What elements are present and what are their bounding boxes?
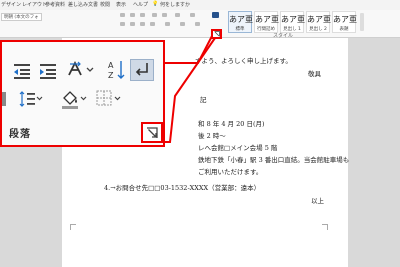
line-spacing-icon[interactable] xyxy=(18,89,44,109)
increase-indent-button[interactable] xyxy=(162,13,167,17)
style-title[interactable]: あア亜 表題 xyxy=(332,11,357,33)
justify-icon[interactable] xyxy=(2,92,6,106)
paragraph-mark-icon xyxy=(135,63,148,76)
tab-view[interactable]: 表示 xyxy=(116,1,126,8)
svg-text:Z: Z xyxy=(108,71,114,80)
tab-layout[interactable]: レイアウト xyxy=(22,1,47,8)
doc-time-line: 後 2 時～ xyxy=(198,132,226,140)
doc-ki: 記 xyxy=(200,96,207,104)
decrease-indent-icon[interactable] xyxy=(12,61,32,81)
asian-layout-icon[interactable] xyxy=(66,60,96,80)
asian-layout-button[interactable] xyxy=(175,13,180,17)
align-center-button[interactable] xyxy=(130,22,135,26)
align-left-button[interactable] xyxy=(120,22,125,26)
shading-icon[interactable] xyxy=(60,88,88,110)
tab-references[interactable]: 参考資料 xyxy=(45,1,65,8)
doc-access-line-2: ご利用いただけます。 xyxy=(198,168,263,176)
style-no-spacing[interactable]: あア亜 行間詰め xyxy=(254,11,279,33)
show-marks-button[interactable] xyxy=(212,12,219,18)
show-hide-marks-button[interactable] xyxy=(130,59,154,81)
launcher-arrow-icon xyxy=(214,31,220,37)
tell-me-search[interactable]: 何をしますか xyxy=(160,1,190,8)
tell-me-icon[interactable]: 💡 xyxy=(152,1,158,7)
doc-place-line: レへ会館□メイン会場 5 階 xyxy=(198,144,278,152)
sort-button[interactable] xyxy=(190,13,195,17)
paragraph-group-zoom: A Z 段落 xyxy=(0,40,165,147)
paragraph-group-label: 段落 xyxy=(9,129,31,140)
ribbon-tab-strip: デザイン レイアウト 参考資料 差し込み文書 校閲 表示 ヘルプ 💡 何をします… xyxy=(0,0,400,10)
sort-icon[interactable]: A Z xyxy=(106,59,126,81)
numbering-button[interactable] xyxy=(130,13,135,17)
paragraph-dialog-launcher[interactable] xyxy=(211,29,222,39)
doc-date-line: 和 8 年 4 月 20 日(月) xyxy=(198,120,265,128)
style-normal[interactable]: あア亜 標準 xyxy=(228,11,253,33)
doc-keigu: 敬具 xyxy=(308,70,321,78)
align-right-button[interactable] xyxy=(140,22,145,26)
styles-scroll-button[interactable] xyxy=(360,13,364,31)
justify-button[interactable] xyxy=(150,22,155,26)
doc-line: すよう、よろしく申し上げます。 xyxy=(195,57,292,65)
launcher-arrow-icon xyxy=(147,127,158,138)
line-spacing-button[interactable] xyxy=(165,22,170,26)
tab-mailings[interactable]: 差し込み文書 xyxy=(68,1,98,8)
bullets-button[interactable] xyxy=(120,13,125,17)
ribbon-home: 明朝 (本文のフォ あア亜 標準 あア亜 行間詰め あア亜 見出し 1 あア亜 … xyxy=(0,10,400,39)
doc-ijo: 以上 xyxy=(311,197,324,205)
doc-access-line: 鉄地下鉄「小春」駅 3 番出口直結。当会館駐車場も xyxy=(198,156,350,164)
margin-corner-mark xyxy=(70,224,76,230)
font-name-box[interactable]: 明朝 (本文のフォ xyxy=(1,13,42,21)
svg-text:A: A xyxy=(108,61,114,70)
decrease-indent-button[interactable] xyxy=(152,13,157,17)
increase-indent-icon[interactable] xyxy=(38,61,58,81)
borders-button[interactable] xyxy=(195,22,200,26)
shading-button[interactable] xyxy=(180,22,185,26)
margin-corner-mark xyxy=(322,224,328,230)
style-heading-2[interactable]: あア亜 見出し 2 xyxy=(306,11,331,33)
borders-icon[interactable] xyxy=(95,88,123,110)
doc-contact-line: 4.→お問合せ先□□03-1532-XXXX（営業部：遠本） xyxy=(104,184,261,192)
style-heading-1[interactable]: あア亜 見出し 1 xyxy=(280,11,305,33)
paragraph-dialog-launcher-zoomed[interactable] xyxy=(141,122,163,143)
tab-review[interactable]: 校閲 xyxy=(100,1,110,8)
tab-design[interactable]: デザイン xyxy=(1,1,21,8)
tab-help[interactable]: ヘルプ xyxy=(133,1,148,8)
multilevel-list-button[interactable] xyxy=(140,13,145,17)
